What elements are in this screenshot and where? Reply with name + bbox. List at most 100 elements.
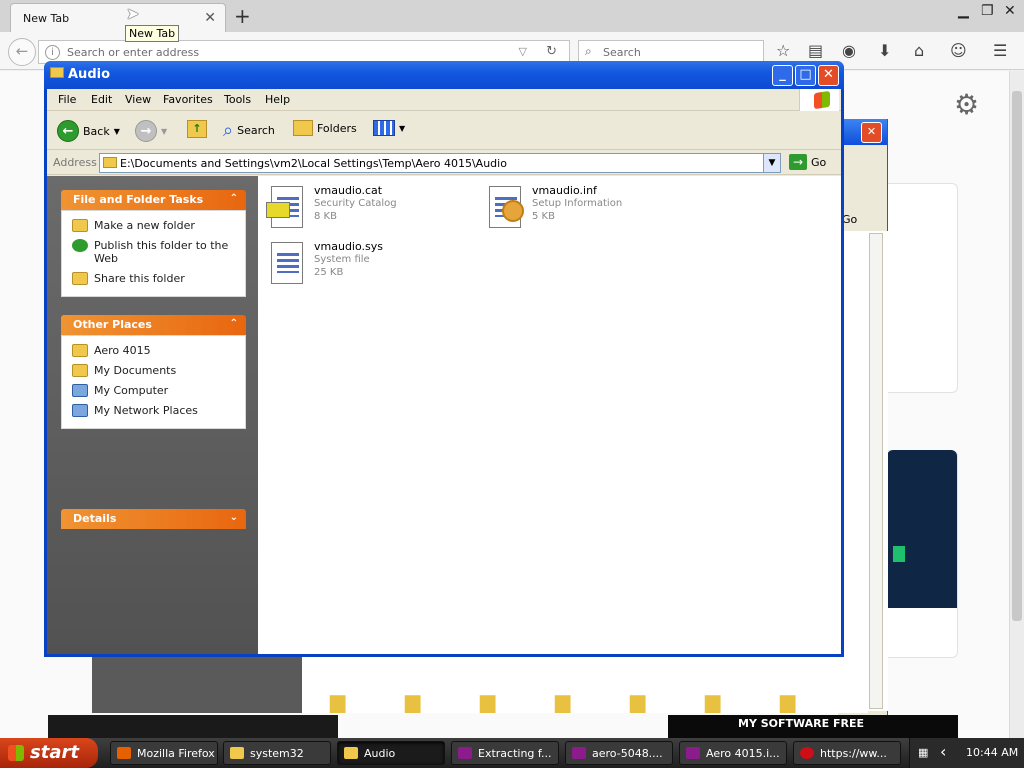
bg-go-button[interactable]: Go [842, 213, 857, 226]
system-file-icon [266, 240, 306, 286]
folders-icon [293, 120, 313, 136]
tray-expand-icon[interactable]: ‹ [940, 742, 946, 761]
download-icon[interactable]: ⬇ [878, 41, 891, 60]
folder-icon [344, 747, 358, 759]
place-my-documents[interactable]: My Documents [72, 364, 235, 377]
go-arrow-icon: → [789, 154, 807, 170]
back-button[interactable]: ← Back ▼ [57, 120, 120, 142]
bg-site-preview [887, 450, 957, 608]
task-publish-web[interactable]: Publish this folder to the Web [72, 239, 235, 265]
folder-icon[interactable]: ▆ [405, 689, 420, 713]
folders-button[interactable]: Folders [293, 120, 357, 136]
forward-button[interactable]: → ▼ [135, 120, 167, 142]
place-my-computer[interactable]: My Computer [72, 384, 235, 397]
start-label: start [30, 742, 79, 763]
back-arrow-icon[interactable]: ← [8, 38, 36, 66]
menu-favorites[interactable]: Favorites [163, 93, 213, 106]
go-label: Go [811, 155, 827, 169]
tab-new-tab[interactable]: New Tab ✕ [10, 3, 226, 32]
forward-dropdown-icon[interactable]: ▼ [161, 127, 167, 136]
network-places-icon [72, 404, 88, 417]
file-item-vmaudio-inf[interactable]: vmaudio.inf Setup Information 5 KB [484, 184, 622, 230]
task-share-folder[interactable]: Share this folder [72, 272, 235, 285]
info-icon[interactable]: i [45, 45, 60, 60]
menu-view[interactable]: View [125, 93, 151, 106]
menu-help[interactable]: Help [265, 93, 290, 106]
keyboard-icon[interactable]: ▦ [918, 746, 928, 759]
bookmark-star-icon[interactable]: ☆ [776, 41, 790, 60]
explorer-window: Audio _ □ ✕ File Edit View Favorites Too… [44, 61, 844, 657]
folder-icon[interactable]: ▆ [780, 689, 795, 713]
file-folder-tasks-panel: File and Folder Tasks ⌃ Make a new folde… [61, 190, 246, 297]
other-places-header[interactable]: Other Places ⌃ [61, 315, 246, 335]
minimize-icon[interactable]: ▁ [958, 3, 969, 19]
maximize-button[interactable]: □ [795, 65, 816, 86]
file-list: vmaudio.cat Security Catalog 8 KB vmaudi… [258, 176, 841, 654]
views-icon [373, 120, 395, 136]
taskbar-item-opera[interactable]: https://ww... [793, 741, 901, 765]
page-scrollbar[interactable] [1009, 71, 1024, 738]
task-label: Publish this folder to the Web [94, 239, 229, 265]
details-header[interactable]: Details ⌄ [61, 509, 246, 529]
bg-preview-button [893, 546, 905, 562]
taskbar-item-firefox[interactable]: Mozilla Firefox [110, 741, 218, 765]
taskbar-label: Extracting f... [478, 747, 552, 760]
taskbar-item-aero-4015[interactable]: Aero 4015.i... [679, 741, 787, 765]
up-folder-button[interactable]: ↑ [187, 120, 207, 138]
folder-icon[interactable]: ▆ [705, 689, 720, 713]
menu-edit[interactable]: Edit [91, 93, 112, 106]
clock[interactable]: 10:44 AM [966, 746, 1018, 759]
menu-file[interactable]: File [58, 93, 76, 106]
folder-icon[interactable]: ▆ [330, 689, 345, 713]
folder-icon [50, 67, 64, 78]
reload-icon[interactable]: ↻ [546, 44, 557, 59]
expand-chevron-icon[interactable]: ⌄ [230, 512, 238, 523]
back-dropdown-icon[interactable]: ▼ [114, 127, 120, 136]
file-item-vmaudio-cat[interactable]: vmaudio.cat Security Catalog 8 KB [266, 184, 397, 230]
collapse-chevron-icon[interactable]: ⌃ [230, 193, 238, 204]
file-folder-tasks-header[interactable]: File and Folder Tasks ⌃ [61, 190, 246, 210]
folder-icon[interactable]: ▆ [555, 689, 570, 713]
close-icon[interactable]: ✕ [1004, 3, 1016, 19]
back-label: Back [83, 124, 110, 138]
task-label: Share this folder [94, 272, 185, 285]
bg-window-close-icon[interactable]: ✕ [861, 122, 882, 143]
scroll-thumb[interactable] [1012, 91, 1022, 621]
folder-icon[interactable]: ▆ [480, 689, 495, 713]
place-my-network-places[interactable]: My Network Places [72, 404, 235, 417]
start-button[interactable]: start [0, 738, 98, 768]
file-size: 25 KB [314, 267, 344, 278]
address-dropdown-icon[interactable]: ▼ [763, 154, 780, 172]
folder-icon[interactable]: ▆ [630, 689, 645, 713]
taskbar-item-audio[interactable]: Audio [337, 741, 445, 765]
collapse-chevron-icon[interactable]: ⌃ [230, 318, 238, 329]
smiley-icon[interactable]: ☺ [950, 41, 967, 60]
close-tab-icon[interactable]: ✕ [204, 10, 216, 26]
views-button[interactable]: ▼ [373, 120, 405, 136]
up-folder-icon: ↑ [187, 120, 207, 138]
gear-icon[interactable]: ⚙ [954, 88, 979, 121]
go-button[interactable]: → Go [789, 154, 826, 170]
reading-list-icon[interactable]: ▤ [808, 41, 823, 60]
taskbar-item-system32[interactable]: system32 [223, 741, 331, 765]
taskbar-label: https://ww... [820, 747, 887, 760]
dropdown-icon[interactable]: ▽ [519, 45, 527, 58]
minimize-button[interactable]: _ [772, 65, 793, 86]
taskbar-item-extracting[interactable]: Extracting f... [451, 741, 559, 765]
search-button[interactable]: ⌕ Search [223, 120, 275, 141]
new-tab-icon[interactable]: + [234, 4, 251, 28]
taskbar-item-aero-5048[interactable]: aero-5048.... [565, 741, 673, 765]
restore-icon[interactable]: ❐ [981, 3, 994, 19]
place-aero-4015[interactable]: Aero 4015 [72, 344, 235, 357]
pocket-icon[interactable]: ◉ [842, 41, 856, 60]
file-item-vmaudio-sys[interactable]: vmaudio.sys System file 25 KB [266, 240, 383, 286]
back-arrow-icon: ← [57, 120, 79, 142]
home-icon[interactable]: ⌂ [914, 41, 924, 60]
task-make-new-folder[interactable]: Make a new folder [72, 219, 235, 232]
close-button[interactable]: ✕ [818, 65, 839, 86]
menu-icon[interactable]: ☰ [993, 41, 1007, 60]
menu-tools[interactable]: Tools [224, 93, 251, 106]
bg-window-scrollbar[interactable] [869, 233, 883, 709]
address-field[interactable]: E:\Documents and Settings\vm2\Local Sett… [99, 153, 781, 173]
bg-lower-folder-view: ▆ ▆ ▆ ▆ ▆ ▆ ▆ [92, 655, 868, 713]
